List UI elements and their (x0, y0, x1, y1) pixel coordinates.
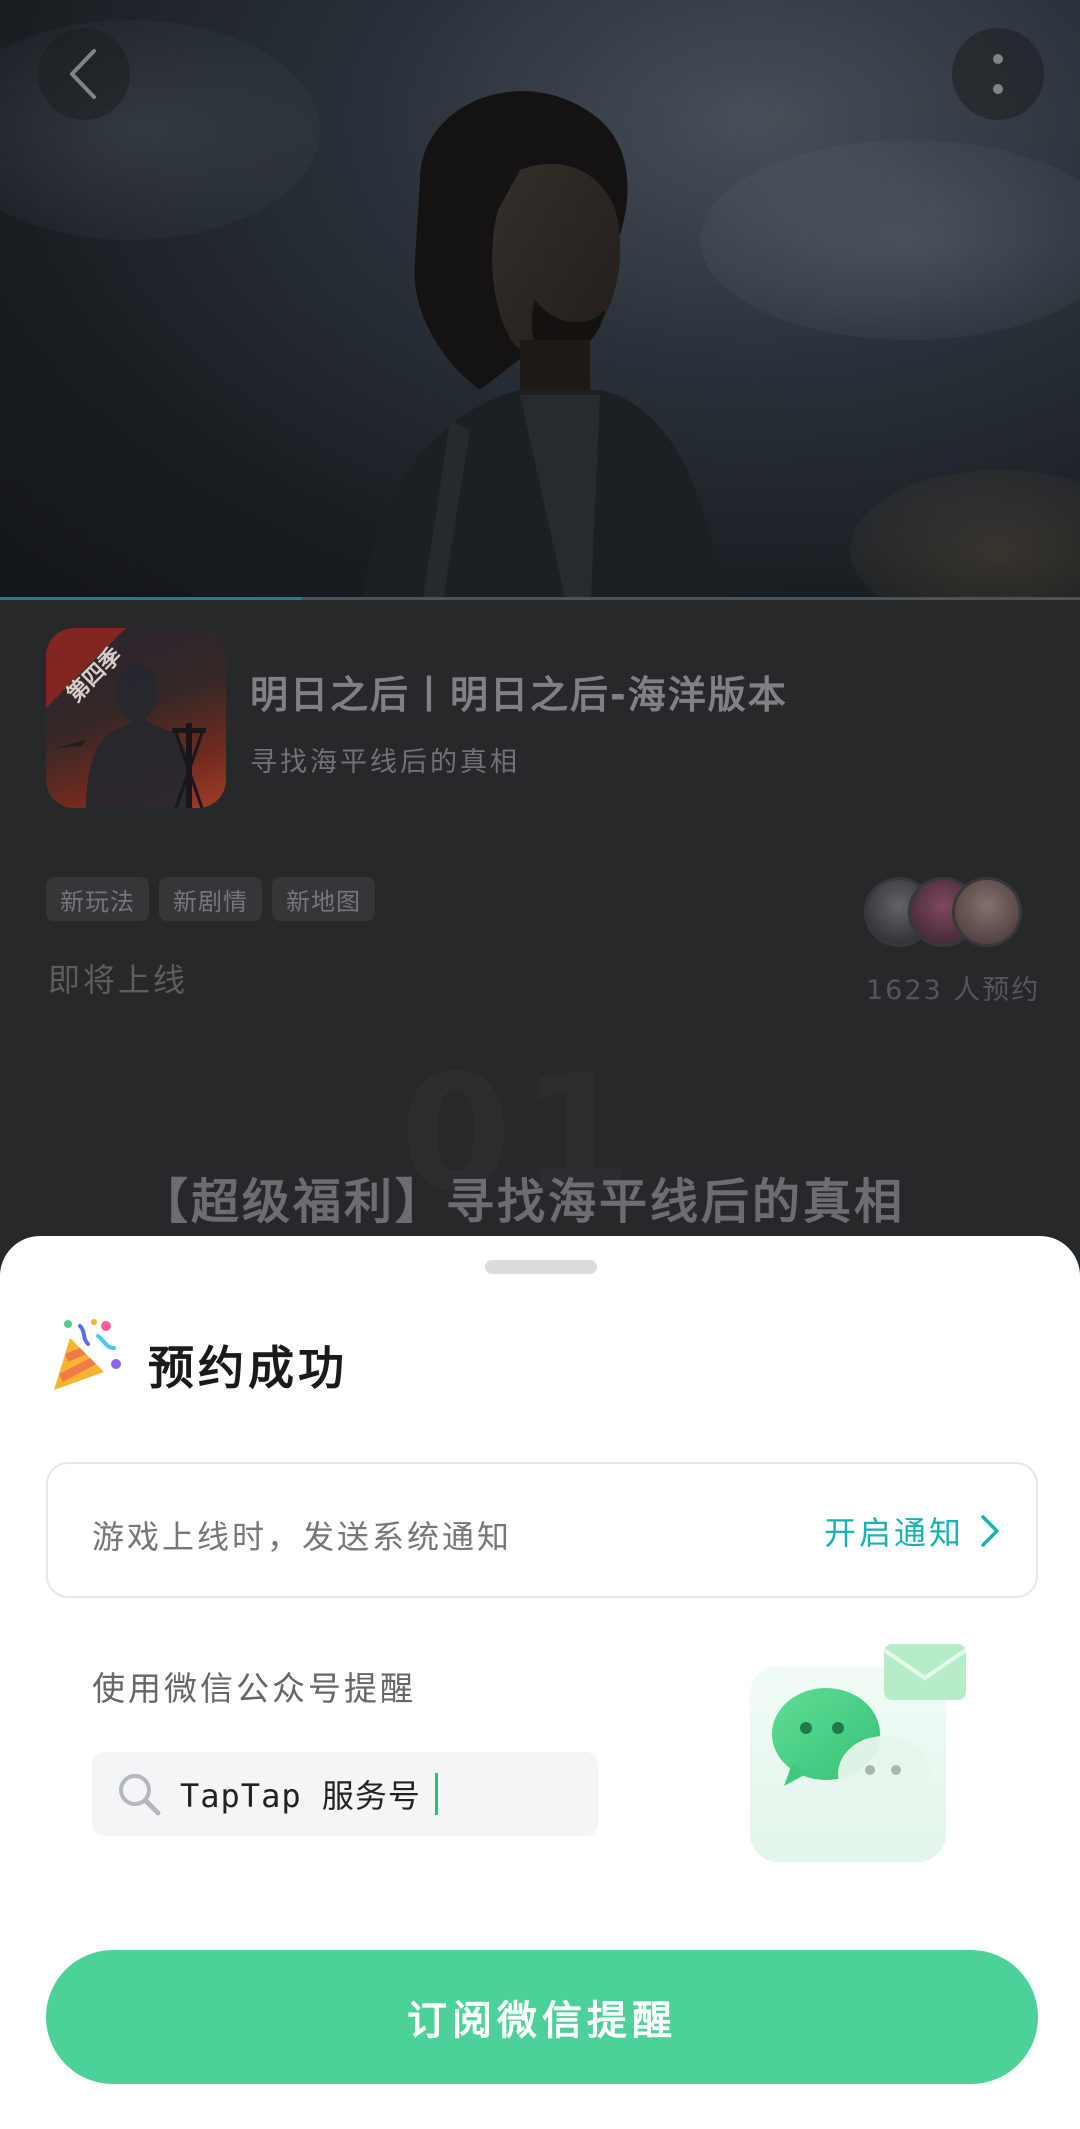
subscribe-wechat-label: 订阅微信提醒 (407, 1998, 677, 2044)
video-progress-fill (0, 597, 303, 600)
game-icon-artwork: 第四季 (46, 628, 206, 808)
enable-notification-button[interactable]: 开启通知 (824, 1508, 1000, 1554)
more-vertical-icon (993, 54, 1003, 94)
tag-new-map[interactable]: 新地图 (272, 877, 375, 921)
sunset-glow (850, 470, 1080, 600)
release-status: 即将上线 (48, 961, 189, 999)
game-subtitle: 寻找海平线后的真相 (250, 747, 520, 778)
wechat-account-name: TapTap 服务号 (180, 1777, 421, 1815)
chevron-right-icon (981, 1515, 999, 1547)
tag-new-gameplay[interactable]: 新玩法 (46, 877, 149, 921)
reserver-avatars[interactable] (864, 877, 1034, 949)
reserve-count: 1623 人预约 (866, 975, 1041, 1006)
cloud-shape (700, 140, 1080, 340)
promo-title: 【超级福利】寻找海平线后的真相 (140, 1174, 906, 1230)
notification-description: 游戏上线时，发送系统通知 (92, 1518, 513, 1556)
feature-tags: 新玩法 新剧情 新地图 (46, 877, 375, 921)
game-app-icon[interactable]: 第四季 (46, 628, 226, 808)
subscribe-wechat-button[interactable]: 订阅微信提醒 (46, 1950, 1038, 2084)
wechat-reminder-label: 使用微信公众号提醒 (92, 1669, 416, 1708)
hero-video[interactable] (0, 0, 1080, 600)
sheet-drag-handle[interactable] (485, 1260, 597, 1274)
game-title: 明日之后丨明日之后-海洋版本 (250, 673, 788, 717)
avatar (952, 877, 1022, 947)
wechat-account-search-field[interactable]: TapTap 服务号 (92, 1752, 598, 1836)
enable-notification-label: 开启通知 (823, 1514, 964, 1552)
hero-character-figure (362, 91, 723, 600)
reservation-success-sheet: 预约成功 游戏上线时，发送系统通知 开启通知 使用微信公众号提醒 TapTap … (0, 1236, 1080, 2129)
chevron-left-icon (70, 49, 96, 99)
search-icon (119, 1774, 161, 1816)
text-cursor (434, 1773, 438, 1815)
wechat-illustration (750, 1644, 968, 1862)
tag-new-story[interactable]: 新剧情 (159, 877, 262, 921)
back-button[interactable] (38, 28, 130, 120)
sheet-title: 预约成功 (148, 1341, 348, 1395)
more-button[interactable] (952, 28, 1044, 120)
party-popper-icon (54, 1319, 121, 1390)
system-notification-row: 游戏上线时，发送系统通知 开启通知 (46, 1462, 1038, 1598)
video-progress-bar[interactable] (0, 597, 1080, 600)
